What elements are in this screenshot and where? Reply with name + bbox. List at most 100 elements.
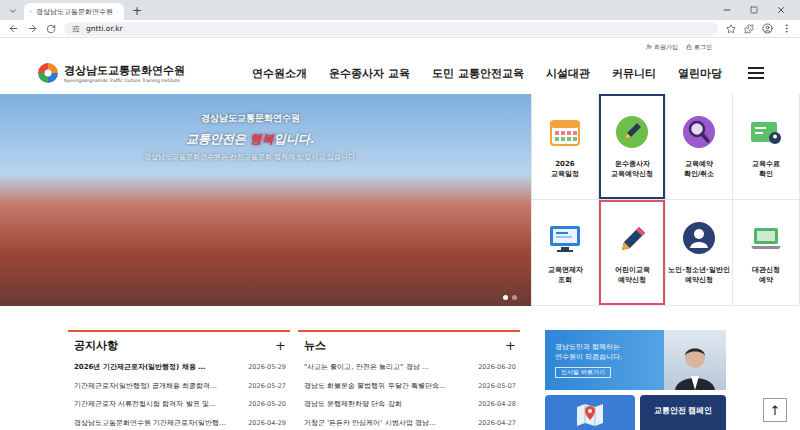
tile-label: 어린이교육예약신청 [615,266,650,285]
row-title: 기간제근로자 서류전형시험 합격자 발표 및… [74,399,244,409]
quick-menu-tile[interactable]: 노인·청소년·일반인예약신청 [666,200,733,306]
logo-icon [36,61,60,85]
tile-label: 노인·청소년·일반인예약신청 [668,266,729,285]
lock-icon [686,44,692,50]
row-title: 경남도 화물운송 불법행위 두달간 특별단속… [304,381,474,391]
reload-icon[interactable] [46,24,56,34]
logo-text: 경상남도교통문화연수원Gyeongsangnamdo Traffic Cultu… [64,63,185,83]
row-date: 2026-05-07 [478,382,516,390]
row-date: 2026-04-29 [248,419,286,427]
forward-icon[interactable] [27,23,38,34]
quick-menu-tile[interactable]: 어린이교육예약신청 [599,200,666,306]
quick-menu: 2026교육일정운수종사자교육예약신청교육예약확인/취소 교육수료확인교육면제자조… [531,94,800,306]
more-button[interactable]: + [275,338,286,353]
list-row[interactable]: 2026년 기간제근로자(일반행정) 채용 …2026-05-29 [68,358,290,377]
greeting-text: 경남도민과 함께하는연수원이 되겠습니다.인사말 바로가기 [545,330,664,390]
monitor-icon [547,220,583,256]
bookmark-icon[interactable] [726,24,736,34]
quick-menu-tile[interactable]: 운수종사자교육예약신청 [599,94,666,200]
tile-label: 교육예약확인/취소 [684,160,715,179]
greeting-banner[interactable]: 경남도민과 함께하는연수원이 되겠습니다.인사말 바로가기 [545,330,726,390]
slider-dot[interactable] [503,295,508,300]
browser-tab[interactable]: 경상남도교통문화연수원 [24,3,124,20]
quick-menu-tile[interactable]: 교육예약확인/취소 [666,94,733,200]
close-icon[interactable] [776,5,786,15]
tile-label: 대관신청예약 [752,266,780,285]
banner-caption: 경상남도교통문화연수원은 선진교통문화 정착에 앞장서고 있습니다. [144,153,357,162]
profile-icon[interactable] [762,23,773,34]
banner-title: 경상남도교통문화연수원 [201,112,300,125]
laptop-icon [748,220,784,256]
minimize-icon[interactable] [722,5,732,15]
maximize-icon[interactable] [750,6,758,14]
search-icon [681,114,717,150]
list-row[interactable]: 기간제근로자 서류전형시험 합격자 발표 및… 2026-05-20 [68,395,290,414]
panel-header: 공지사항 + [68,332,290,358]
row-date: 2026-06-20 [478,363,516,371]
nav-item[interactable]: 운수종사자 교육 [329,66,410,81]
list-row[interactable]: 경남도 운행제한차량 단속 강화2026-04-28 [298,395,520,414]
row-date: 2026-05-20 [248,400,286,408]
scroll-top-button[interactable]: ↑ [763,398,787,422]
tab-search-icon[interactable] [6,2,20,20]
map-tile[interactable] [545,395,635,430]
panel-title: 공지사항 [74,338,118,353]
list-row[interactable]: "사고는 줄이고, 안전은 늘리고" 경남 … 2026-06-20 [298,358,520,377]
list-row[interactable]: 거창군 '든든카 안심케어' 시범사업 경남…2026-04-27 [298,414,520,430]
quick-menu-tile[interactable]: 교육면제자조회 [532,200,599,306]
address-bar[interactable]: gntti.or.kr [64,22,718,36]
new-tab-button[interactable]: + [132,2,142,20]
campaign-label: 교통안전 캠페인 [654,405,713,416]
quick-menu-tile[interactable]: 교육수료확인 [733,94,800,200]
panel-header: 뉴스 + [298,332,520,358]
side-banners: 경남도민과 함께하는연수원이 되겠습니다.인사말 바로가기교통안전 캠페인 [545,330,726,430]
bottom-section: 공지사항+2026년 기간제근로자(일반행정) 채용 …2026-05-29기간… [0,330,800,430]
main-nav: 연수원소개 운수종사자 교육 도민 교통안전교육 시설대관 커뮤니티 열린마당 [252,66,722,81]
nav-item[interactable]: 시설대관 [546,66,590,81]
menu-icon[interactable] [781,23,792,34]
url-text: gntti.or.kr [86,24,123,33]
util-link[interactable]: 로그인 [686,43,712,52]
more-button[interactable]: + [505,338,516,353]
tile-label: 교육면제자조회 [548,266,583,285]
row-title: 경상남도교통문화연수원 기간제근로자(일반행… [74,418,244,428]
site-logo[interactable]: 경상남도교통문화연수원Gyeongsangnamdo Traffic Cultu… [36,61,185,85]
logo-name: 경상남도교통문화연수원 [64,63,185,78]
list-row[interactable]: 기간제근로자(일반행정) 공개채용 최종합격…2026-05-27 [68,377,290,396]
nav-item[interactable]: 도민 교통안전교육 [432,66,524,81]
back-icon[interactable] [8,23,19,34]
slider-dot[interactable] [512,295,517,300]
close-tab-icon[interactable] [117,8,118,16]
banner-slogan: 교통안전은 행복입니다. [186,131,315,148]
row-date: 2026-04-28 [478,400,516,408]
nav-item[interactable]: 연수원소개 [252,66,307,81]
edit-icon [614,114,650,150]
row-title: 기간제근로자(일반행정) 공개채용 최종합격… [74,381,244,391]
row-title: 2026년 기간제근로자(일반행정) 채용 … [74,362,244,372]
portrait-photo [664,330,726,390]
nav-item[interactable]: 커뮤니티 [612,66,656,81]
panel-title: 뉴스 [304,338,326,353]
tab-title: 경상남도교통문화연수원 [36,7,113,17]
favicon-icon [30,7,32,16]
extensions-icon[interactable] [744,24,754,34]
campaign-tile[interactable]: 교통안전 캠페인 [640,395,726,430]
notice-panel: 공지사항+2026년 기간제근로자(일반행정) 채용 …2026-05-29기간… [68,330,290,430]
quick-menu-tile[interactable]: 대관신청예약 [733,200,800,306]
nav-item[interactable]: 열린마당 [678,66,722,81]
list-row[interactable]: 경상남도교통문화연수원 기간제근로자(일반행… 2026-04-29 [68,414,290,430]
hamburger-icon[interactable] [748,67,764,79]
greeting-button[interactable]: 인사말 바로가기 [555,367,611,378]
row-title: "사고는 줄이고, 안전은 늘리고" 경남 … [304,362,474,372]
quick-menu-tile[interactable]: 2026교육일정 [532,94,599,200]
person-icon [681,220,717,256]
pencil-icon [614,220,650,256]
tab-strip: 경상남도교통문화연수원 + [0,0,800,20]
logo-subtitle: Gyeongsangnamdo Traffic Culture Training… [64,78,185,83]
util-link[interactable]: 회원가입 [646,43,678,52]
calendar-icon [547,114,583,150]
list-row[interactable]: 경남도 화물운송 불법행위 두달간 특별단속… 2026-05-07 [298,377,520,396]
hero: 경상남도교통문화연수원교통안전은 행복입니다. 경상남도교통문화연수원은 선진교통… [0,94,800,306]
certificate-icon [748,114,784,150]
site-info-icon[interactable] [72,25,80,33]
